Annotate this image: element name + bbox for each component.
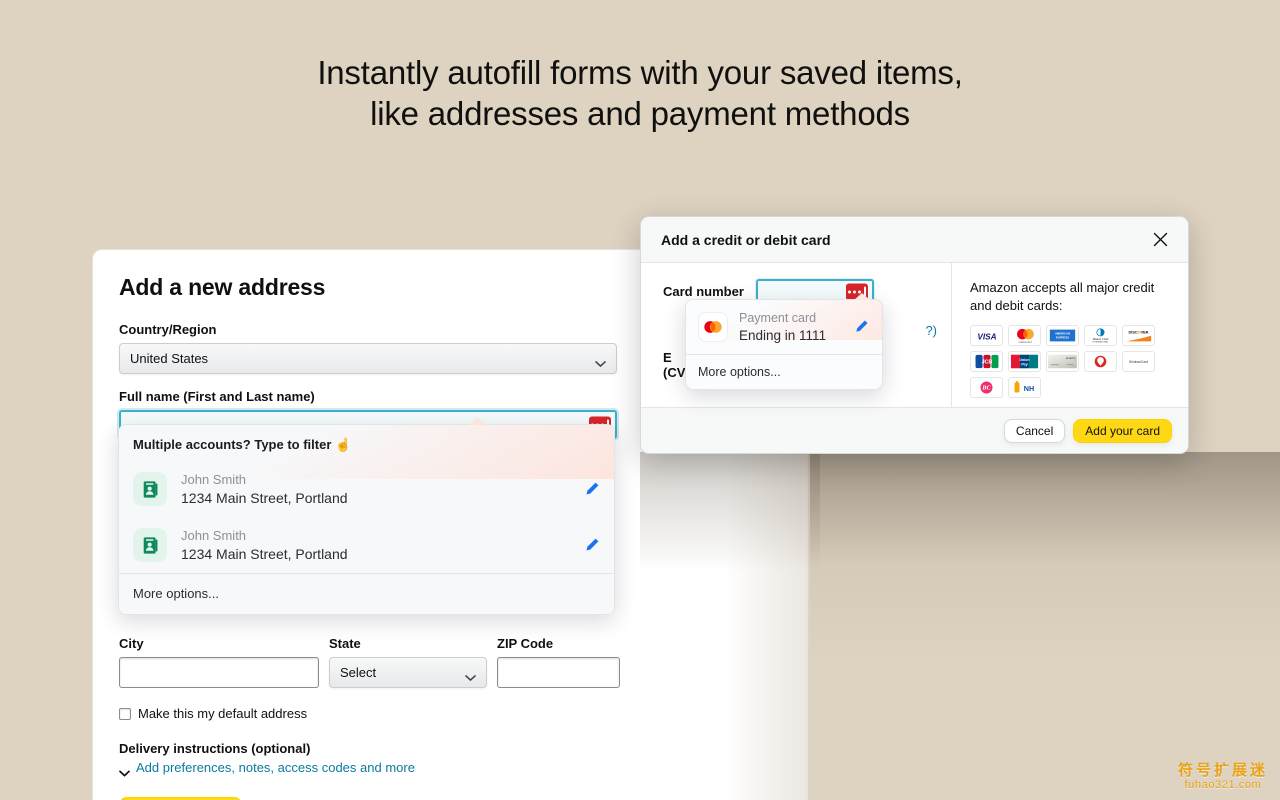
list-item-texts: John Smith 1234 Main Street, Portland bbox=[181, 471, 570, 507]
page-title: Instantly autofill forms with your saved… bbox=[0, 52, 1280, 134]
mastercard-icon: mastercard bbox=[1008, 325, 1041, 346]
watermark-cn: 符号扩展迷 bbox=[1177, 762, 1268, 780]
headline-line-2: like addresses and payment methods bbox=[370, 95, 910, 132]
svg-text:Union: Union bbox=[1019, 358, 1030, 362]
nh-card-icon: NH bbox=[1008, 377, 1041, 398]
card-number-label: Card number bbox=[663, 284, 744, 299]
watermark-en: fuhao321.com bbox=[1184, 779, 1262, 792]
list-item-subtitle: 1234 Main Street, Portland bbox=[181, 490, 348, 506]
chevron-down-icon bbox=[595, 355, 606, 367]
autofill-header-text: Multiple accounts? Type to filter bbox=[133, 437, 332, 452]
list-item-subtitle: 1234 Main Street, Portland bbox=[181, 546, 348, 562]
pointing-hand-icon: ☝ bbox=[335, 437, 352, 452]
list-item-texts: John Smith 1234 Main Street, Portland bbox=[181, 527, 570, 563]
chevron-down-icon bbox=[119, 764, 130, 777]
country-region-select[interactable]: United States bbox=[119, 343, 617, 374]
list-item-title: John Smith bbox=[181, 528, 247, 543]
list-item-title: John Smith bbox=[181, 472, 247, 487]
svg-text:DISCOVER: DISCOVER bbox=[1129, 331, 1149, 335]
close-icon[interactable] bbox=[1153, 232, 1168, 247]
lotte-card-icon bbox=[1084, 351, 1117, 372]
svg-text:Diners Club: Diners Club bbox=[1093, 337, 1109, 341]
state-field-group: State Select bbox=[329, 635, 487, 688]
mastercard-icon bbox=[698, 312, 728, 342]
dialog-title: Add a credit or debit card bbox=[661, 231, 831, 248]
city-field-group: City bbox=[119, 635, 319, 688]
american-express-icon: AMERICAN EXPRESS bbox=[1046, 325, 1079, 346]
watermark: 符号扩展迷 fuhao321.com bbox=[1178, 762, 1268, 792]
card-brand-logos: VISA mastercard AMERICAN EXPRESS Diners … bbox=[970, 325, 1160, 398]
country-region-value: United States bbox=[130, 351, 209, 366]
city-label: City bbox=[119, 636, 144, 651]
pencil-icon[interactable] bbox=[854, 319, 870, 335]
more-options-button[interactable]: More options... bbox=[686, 355, 882, 389]
card-autofill-dropdown-arrow bbox=[854, 293, 870, 300]
autofill-dropdown-header: Multiple accounts? Type to filter ☝ bbox=[119, 425, 614, 461]
amazon-card-icon: amazon bbox=[1046, 351, 1079, 372]
svg-text:VISA: VISA bbox=[977, 332, 996, 341]
state-select[interactable]: Select bbox=[329, 657, 487, 688]
zip-code-input[interactable] bbox=[497, 657, 620, 688]
default-address-checkbox[interactable] bbox=[119, 707, 131, 720]
svg-text:Pay: Pay bbox=[1021, 363, 1028, 367]
more-options-button[interactable]: More options... bbox=[119, 574, 614, 614]
address-panel-title: Add a new address bbox=[119, 274, 326, 300]
accepted-cards-column: Amazon accepts all major credit and debi… bbox=[951, 263, 1188, 407]
full-name-label: Full name (First and Last name) bbox=[119, 389, 315, 404]
delivery-instructions-link[interactable]: Add preferences, notes, access codes and… bbox=[136, 760, 415, 775]
svg-text:amazon: amazon bbox=[1066, 357, 1076, 360]
list-item-subtitle: Ending in 1111 bbox=[739, 328, 827, 343]
cvv-help-link[interactable]: ?) bbox=[925, 323, 937, 338]
accepted-cards-text: Amazon accepts all major credit and debi… bbox=[970, 280, 1155, 313]
pencil-icon[interactable] bbox=[584, 481, 600, 497]
dialog-footer: Cancel Add your card bbox=[641, 407, 1188, 453]
list-item[interactable]: John Smith 1234 Main Street, Portland bbox=[119, 517, 614, 573]
zip-field-group: ZIP Code bbox=[497, 635, 620, 688]
bc-card-icon: BC bbox=[970, 377, 1003, 398]
default-address-checkbox-row[interactable]: Make this my default address bbox=[119, 706, 679, 721]
add-your-card-button[interactable]: Add your card bbox=[1073, 419, 1172, 443]
svg-text:JCB: JCB bbox=[981, 360, 992, 366]
address-autofill-dropdown[interactable]: Multiple accounts? Type to filter ☝ John… bbox=[118, 424, 615, 615]
list-item-title: Payment card bbox=[739, 311, 817, 325]
svg-text:ShinhanCard: ShinhanCard bbox=[1129, 360, 1148, 364]
card-autofill-dropdown[interactable]: Payment card Ending in 1111 More options… bbox=[685, 299, 883, 390]
svg-text:INTERNATIONAL: INTERNATIONAL bbox=[1093, 341, 1110, 344]
city-state-zip-row: City State Select ZIP Code bbox=[119, 635, 679, 688]
zip-code-label: ZIP Code bbox=[497, 636, 554, 651]
unionpay-icon: Union Pay bbox=[1008, 351, 1041, 372]
delivery-instructions-title: Delivery instructions (optional) bbox=[119, 741, 311, 756]
delivery-instructions-toggle[interactable]: Add preferences, notes, access codes and… bbox=[119, 760, 679, 777]
address-card-icon bbox=[133, 528, 167, 562]
shinhan-card-icon: ShinhanCard bbox=[1122, 351, 1155, 372]
svg-text:mastercard: mastercard bbox=[1018, 340, 1032, 344]
state-label: State bbox=[329, 636, 361, 651]
dialog-drop-shadow bbox=[810, 452, 1280, 800]
page-root: Instantly autofill forms with your saved… bbox=[0, 0, 1280, 800]
svg-text:NH: NH bbox=[1024, 384, 1034, 393]
autofill-dropdown-arrow bbox=[468, 417, 486, 425]
chevron-down-icon bbox=[465, 669, 476, 681]
list-item[interactable]: Payment card Ending in 1111 bbox=[686, 300, 882, 354]
headline-line-1: Instantly autofill forms with your saved… bbox=[317, 54, 963, 91]
default-address-label: Make this my default address bbox=[138, 706, 308, 721]
address-card-icon bbox=[133, 472, 167, 506]
jcb-icon: JCB bbox=[970, 351, 1003, 372]
visa-icon: VISA bbox=[970, 325, 1003, 346]
country-region-label: Country/Region bbox=[119, 322, 217, 337]
discover-icon: DISCOVER bbox=[1122, 325, 1155, 346]
svg-text:EXPRESS: EXPRESS bbox=[1056, 335, 1069, 339]
list-item[interactable]: John Smith 1234 Main Street, Portland bbox=[119, 461, 614, 517]
pencil-icon[interactable] bbox=[584, 537, 600, 553]
list-item-texts: Payment card Ending in 1111 bbox=[739, 310, 843, 344]
diners-club-icon: Diners Club INTERNATIONAL bbox=[1084, 325, 1117, 346]
svg-text:BC: BC bbox=[981, 385, 991, 392]
city-input[interactable] bbox=[119, 657, 319, 688]
state-value: Select bbox=[340, 665, 377, 680]
cancel-button[interactable]: Cancel bbox=[1003, 419, 1066, 443]
dialog-header: Add a credit or debit card bbox=[641, 217, 1188, 263]
